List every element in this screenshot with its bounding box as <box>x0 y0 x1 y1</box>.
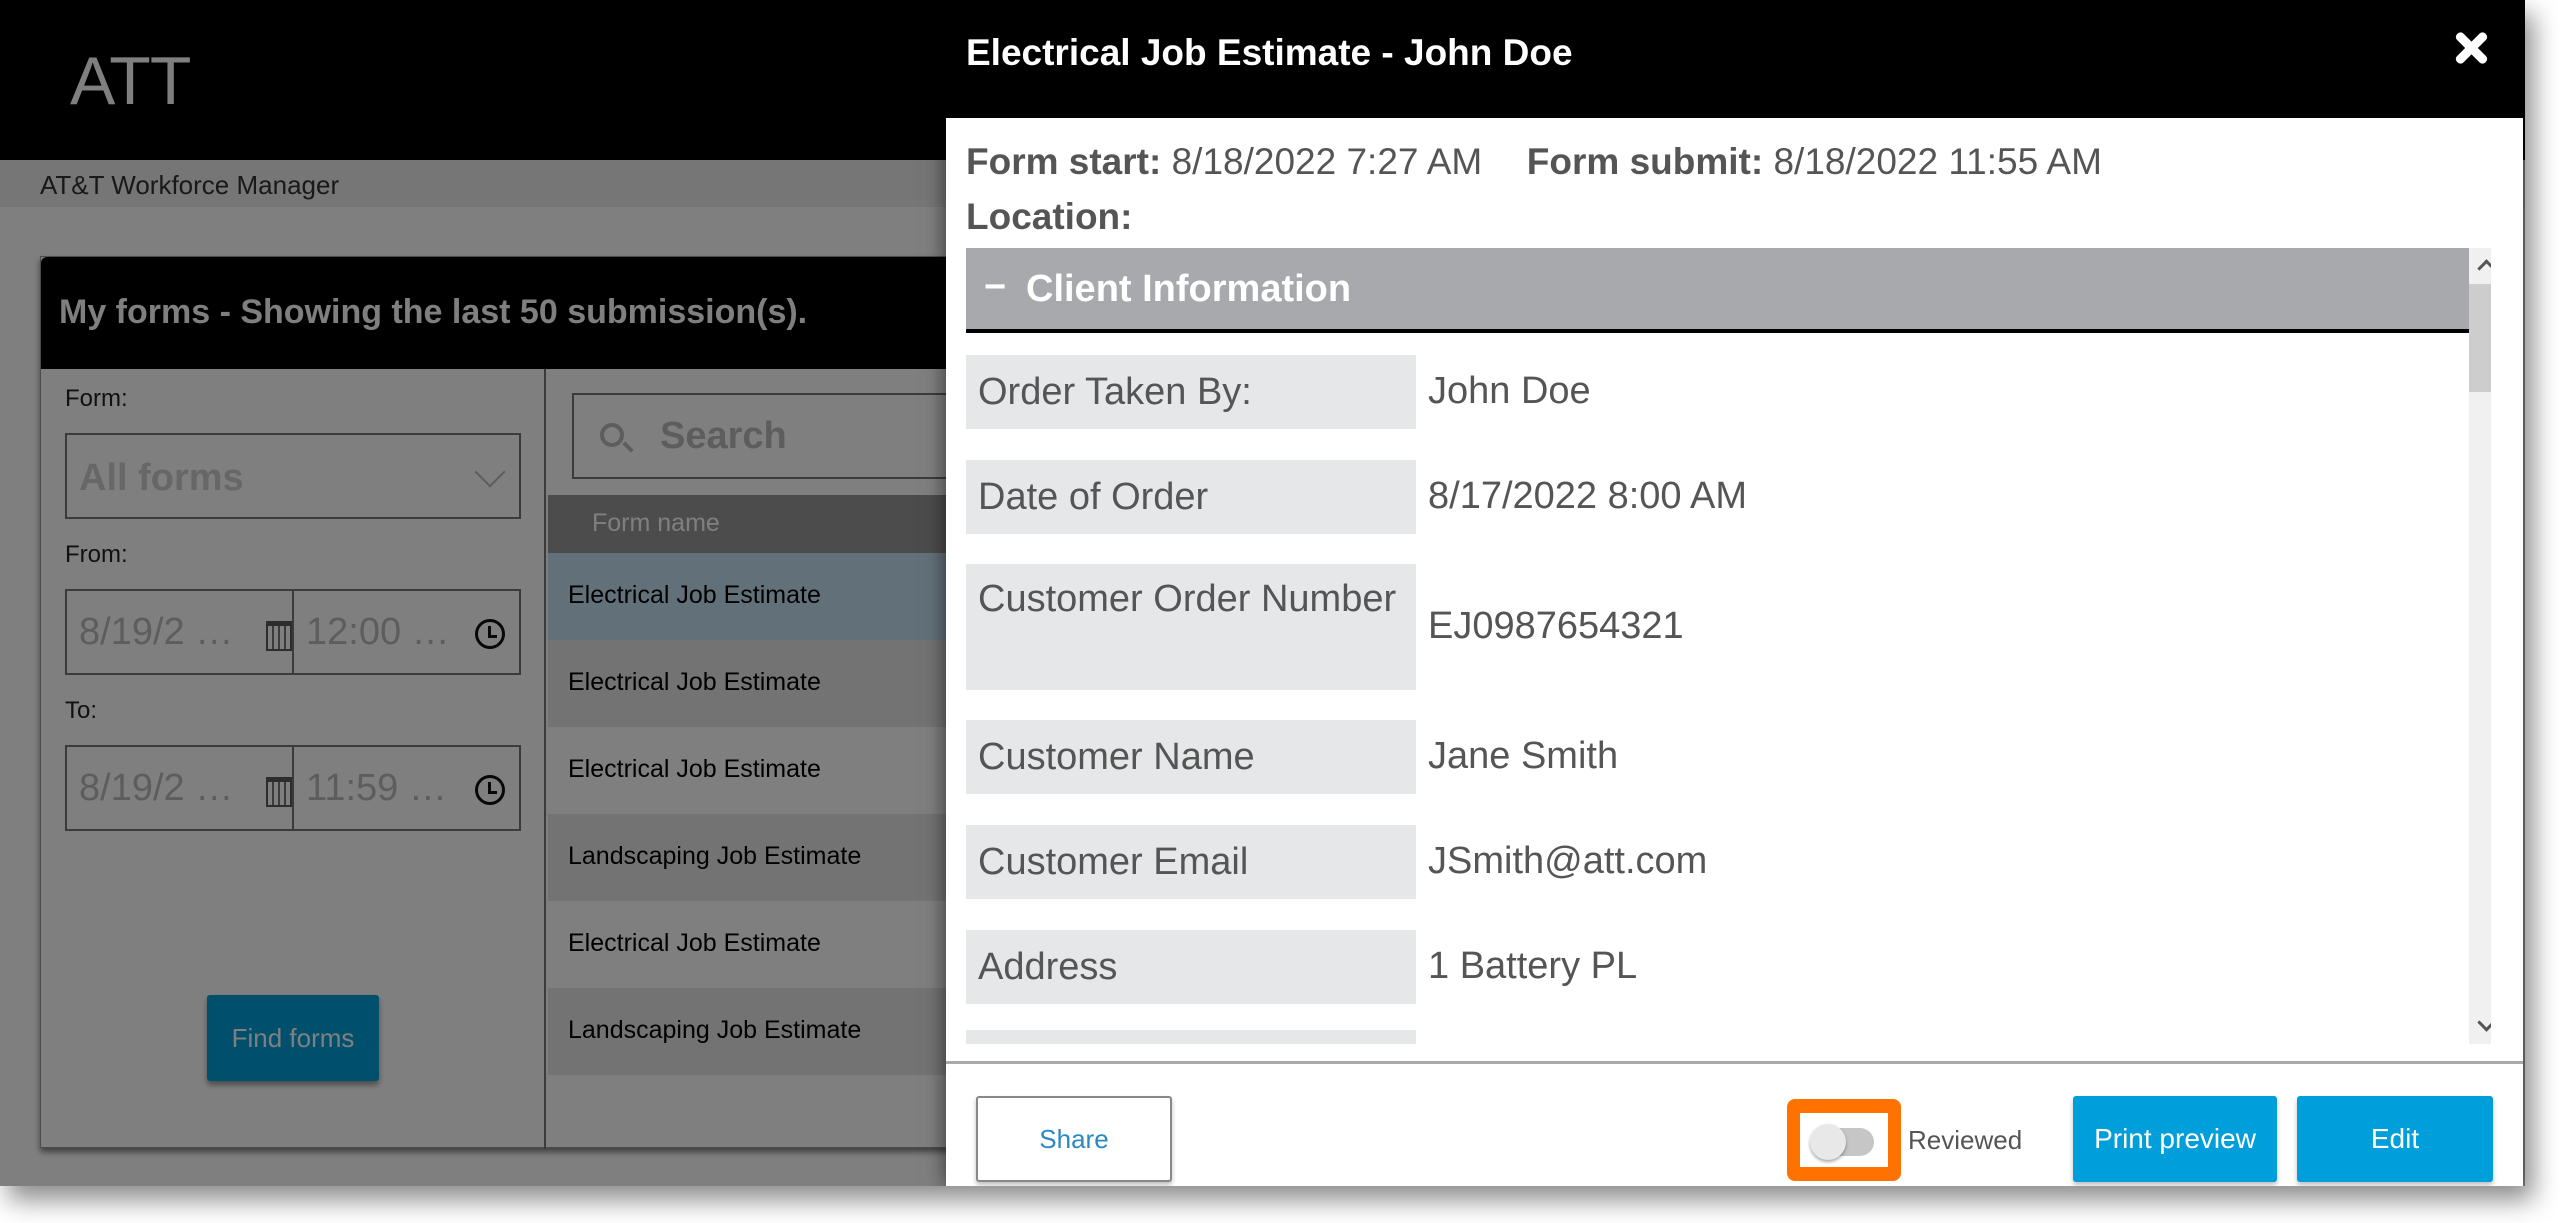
form-submit-value: 8/18/2022 11:55 AM <box>1773 141 2102 182</box>
reviewed-toggle[interactable] <box>1800 1113 1888 1167</box>
close-icon <box>2449 26 2493 70</box>
field-label-box: Customer Email <box>966 825 1416 899</box>
scroll-up-icon[interactable] <box>2469 248 2491 284</box>
field-label: Customer Name <box>978 736 1255 778</box>
screen: ATT AT&T Workforce Manager My forms - Sh… <box>0 0 2525 1186</box>
field-label-box: Order Taken By: <box>966 355 1416 429</box>
field-row: Address 1 Battery PL <box>966 930 2469 1004</box>
field-label: Customer Order Number <box>978 578 1397 620</box>
reviewed-label: Reviewed <box>1908 1125 2023 1155</box>
field-label: Date of Order <box>978 476 1209 518</box>
modal-header: Electrical Job Estimate - John Doe <box>946 0 2523 118</box>
field-label-box: Address <box>966 930 1416 1004</box>
field-label-box: Customer Name <box>966 720 1416 794</box>
scroll-thumb[interactable] <box>2469 284 2491 392</box>
section-header-client-information[interactable]: − Client Information <box>966 248 2469 333</box>
field-value: EJ0987654321 <box>1428 605 1684 647</box>
modal-title: Electrical Job Estimate - John Doe <box>966 32 1573 73</box>
field-label: Address <box>978 946 1118 988</box>
field-value: JSmith@att.com <box>1428 840 1708 882</box>
scrollbar[interactable] <box>2469 248 2491 1044</box>
field-value: 8/17/2022 8:00 AM <box>1428 475 1748 517</box>
field-label-box: Customer Order Number <box>966 564 1416 690</box>
form-submit-label: Form submit: <box>1526 141 1764 182</box>
form-detail-modal: Electrical Job Estimate - John Doe Form … <box>946 0 2523 1186</box>
reviewed-toggle-highlight <box>1787 1099 1901 1181</box>
field-row: Customer Order Number EJ0987654321 <box>966 564 2469 690</box>
edit-button[interactable]: Edit <box>2297 1096 2493 1182</box>
form-start-label: Form start: <box>966 141 1162 182</box>
field-label: Order Taken By: <box>978 371 1252 413</box>
collapse-icon[interactable]: − <box>984 266 1006 309</box>
field-value: John Doe <box>1428 370 1591 412</box>
form-content: − Client Information Order Taken By: John… <box>966 248 2491 1044</box>
field-label-box: Date of Order <box>966 460 1416 534</box>
toggle-knob <box>1810 1124 1846 1160</box>
field-row: Order Taken By: John Doe <box>966 355 2469 429</box>
share-button[interactable]: Share <box>976 1096 1172 1182</box>
field-value: Jane Smith <box>1428 735 1619 777</box>
field-row: Customer Email JSmith@att.com <box>966 825 2469 899</box>
modal-footer: Share Reviewed Print preview Edit <box>946 1061 2523 1186</box>
field-value: 1 Battery PL <box>1428 945 1638 987</box>
form-start-value: 8/18/2022 7:27 AM <box>1171 141 1483 182</box>
field-row-partial <box>966 1030 2469 1044</box>
field-label-box <box>966 1030 1416 1044</box>
field-row: Customer Name Jane Smith <box>966 720 2469 794</box>
location-label: Location: <box>966 196 1133 237</box>
field-label: Customer Email <box>978 841 1249 883</box>
form-meta: Form start: 8/18/2022 7:27 AM Form submi… <box>966 134 2102 244</box>
field-row: Date of Order 8/17/2022 8:00 AM <box>966 460 2469 534</box>
section-title: Client Information <box>1026 268 1352 310</box>
scroll-down-icon[interactable] <box>2469 1008 2491 1044</box>
close-button[interactable] <box>2449 26 2493 70</box>
print-preview-button[interactable]: Print preview <box>2073 1096 2277 1182</box>
